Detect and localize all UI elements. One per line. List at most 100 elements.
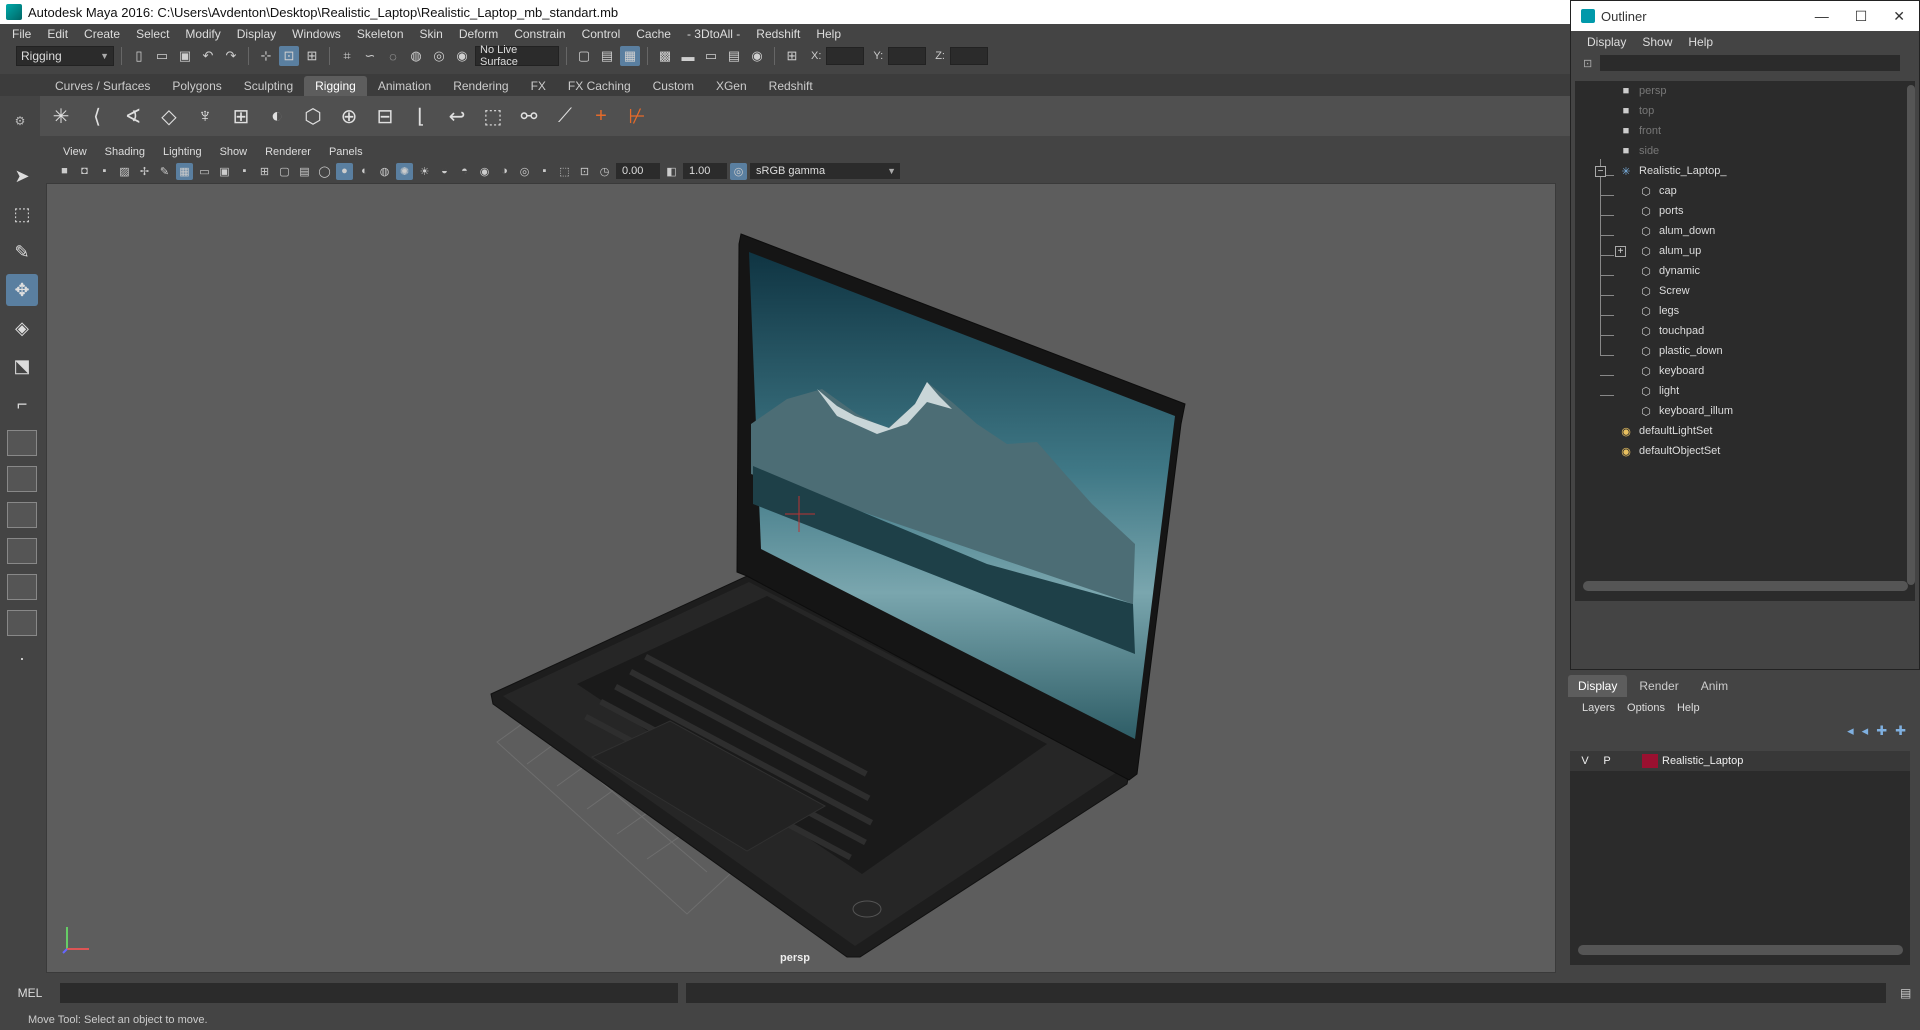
two-view-layout-icon[interactable] — [7, 502, 37, 528]
humanik-icon[interactable]: ♆ — [190, 101, 220, 131]
wireframe-icon[interactable]: ◯ — [316, 163, 333, 180]
aim-constraint-icon[interactable]: ⊬ — [622, 101, 652, 131]
select-object-icon[interactable]: ⊡ — [279, 46, 299, 66]
history-icon[interactable]: ▢ — [574, 46, 594, 66]
outliner-menu-show[interactable]: Show — [1634, 35, 1680, 49]
new-empty-layer-icon[interactable]: ✚ — [1876, 723, 1887, 739]
layer-horizontal-scrollbar[interactable] — [1578, 945, 1903, 955]
layer-display-type[interactable] — [1620, 753, 1638, 769]
ik-spline-icon[interactable]: ∢ — [118, 101, 148, 131]
outliner-item-keyboard-illum[interactable]: ⬡ keyboard_illum — [1639, 401, 1733, 421]
blend-shape-icon[interactable]: ⟋ — [550, 101, 580, 131]
live-surface-field[interactable]: No Live Surface — [475, 44, 559, 68]
shelf-tab-animation[interactable]: Animation — [367, 76, 442, 96]
exposure-field[interactable]: 0.00 — [616, 163, 660, 179]
point-constraint-icon[interactable]: + — [586, 101, 616, 131]
menu-deform[interactable]: Deform — [451, 27, 506, 41]
shelf-tab-fx-caching[interactable]: FX Caching — [557, 76, 642, 96]
smooth-bind-icon[interactable]: ⌊ — [406, 101, 436, 131]
save-scene-icon[interactable]: ▣ — [175, 46, 195, 66]
layout-options-icon[interactable]: · — [6, 642, 38, 674]
render-frame-icon[interactable]: ▬ — [678, 46, 698, 66]
outliner-layout-icon[interactable] — [7, 538, 37, 564]
outliner-item-legs[interactable]: ⬡ legs — [1639, 301, 1679, 321]
expand-toggle-icon[interactable]: + — [1615, 246, 1626, 257]
use-all-lights-icon[interactable]: ✺ — [396, 162, 413, 180]
gamma-icon[interactable]: ◧ — [663, 163, 680, 180]
anti-aliasing-icon[interactable]: ◉ — [476, 163, 493, 180]
grid-icon[interactable]: ▦ — [176, 162, 193, 180]
outliner-item-persp[interactable]: ■ persp — [1619, 81, 1667, 101]
layer-playback-toggle[interactable]: P — [1598, 753, 1616, 769]
cluster-icon[interactable]: ◐ — [262, 101, 292, 131]
snap-live-icon[interactable]: ◉ — [452, 46, 472, 66]
menu-control[interactable]: Control — [574, 27, 629, 41]
coord-z-field[interactable] — [949, 47, 988, 65]
menu-skin[interactable]: Skin — [412, 27, 451, 41]
menu-constrain[interactable]: Constrain — [506, 27, 573, 41]
shelf-tab-curves-surfaces[interactable]: Curves / Surfaces — [44, 76, 161, 96]
screen-space-ao-icon[interactable]: ◒ — [436, 163, 453, 180]
panel-menu-panels[interactable]: Panels — [320, 146, 372, 158]
move-layer-up-icon[interactable]: ◂ — [1847, 723, 1854, 739]
mel-label[interactable]: MEL — [0, 986, 60, 1000]
last-tool-icon[interactable]: ⌐ — [6, 388, 38, 420]
menu-3dtoall[interactable]: - 3DtoAll - — [679, 27, 748, 41]
depth-of-field-icon[interactable]: ◑ — [496, 163, 513, 180]
minimize-icon[interactable]: — — [1815, 8, 1829, 25]
snap-curve-icon[interactable]: ∽ — [360, 46, 380, 66]
outliner-horizontal-scrollbar[interactable] — [1583, 581, 1908, 591]
menu-file[interactable]: File — [4, 27, 39, 41]
smooth-shade-icon[interactable]: ● — [336, 162, 353, 180]
perspective-viewport[interactable]: persp — [46, 183, 1556, 973]
panel-menu-lighting[interactable]: Lighting — [154, 146, 211, 158]
outliner-item-light[interactable]: ⬡ light — [1639, 381, 1679, 401]
gate-mask-icon[interactable]: ▪ — [236, 163, 253, 180]
coord-y-field[interactable] — [888, 47, 927, 65]
layer-menu-options[interactable]: Options — [1621, 702, 1671, 714]
outliner-menu-display[interactable]: Display — [1579, 35, 1634, 49]
menuset-dropdown[interactable]: Rigging ▼ — [16, 46, 114, 66]
script-editor-icon[interactable]: ▤ — [1900, 986, 1911, 1000]
hypershade-icon[interactable]: ◉ — [747, 46, 767, 66]
motion-blur-icon[interactable]: ◓ — [456, 163, 473, 180]
menu-redshift[interactable]: Redshift — [748, 27, 808, 41]
wrap-deformer-icon[interactable]: ⊕ — [334, 101, 364, 131]
move-layer-down-icon[interactable]: ◂ — [1862, 723, 1869, 739]
construction-history-icon[interactable]: ▦ — [620, 46, 640, 66]
outliner-item-touchpad[interactable]: ⬡ touchpad — [1639, 321, 1704, 341]
exposure-reset-icon[interactable]: ◷ — [596, 163, 613, 180]
field-chart-icon[interactable]: ⊞ — [256, 163, 273, 180]
shelf-tab-rigging[interactable]: Rigging — [304, 76, 367, 96]
outliner-item-cap[interactable]: ⬡ cap — [1639, 181, 1677, 201]
menu-windows[interactable]: Windows — [284, 27, 349, 41]
wire-deformer-icon[interactable]: ⬡ — [298, 101, 328, 131]
select-component-icon[interactable]: ⊞ — [302, 46, 322, 66]
collapse-toggle-icon[interactable]: − — [1595, 166, 1606, 177]
outliner-item-plastic-down[interactable]: ⬡ plastic_down — [1639, 341, 1722, 361]
shelf-tab-rendering[interactable]: Rendering — [442, 76, 519, 96]
safe-title-icon[interactable]: ▤ — [296, 163, 313, 180]
select-tool-icon[interactable]: ➤ — [6, 160, 38, 192]
transform-input-icon[interactable]: ⊞ — [782, 46, 802, 66]
open-scene-icon[interactable]: ▭ — [152, 46, 172, 66]
isolate-select-icon[interactable]: ◎ — [516, 163, 533, 180]
menu-edit[interactable]: Edit — [39, 27, 76, 41]
new-scene-icon[interactable]: ▯ — [129, 46, 149, 66]
snap-grid-icon[interactable]: ⌗ — [337, 46, 357, 66]
outliner-item-alum-down[interactable]: ⬡ alum_down — [1639, 221, 1715, 241]
shelf-tab-fx[interactable]: FX — [520, 76, 557, 96]
redo-icon[interactable]: ↷ — [221, 46, 241, 66]
outliner-item-alum-up[interactable]: ⬡ alum_up — [1639, 241, 1701, 261]
render-settings-icon[interactable]: ▤ — [724, 46, 744, 66]
menu-skeleton[interactable]: Skeleton — [349, 27, 412, 41]
select-hierarchy-icon[interactable]: ⊹ — [256, 46, 276, 66]
two-d-pan-icon[interactable]: ✢ — [136, 163, 153, 180]
new-layer-selected-icon[interactable]: ✚ — [1895, 723, 1906, 739]
layer-row[interactable]: V P Realistic_Laptop — [1570, 751, 1910, 771]
ik-handle-icon[interactable]: ⟨ — [82, 101, 112, 131]
layer-tab-display[interactable]: Display — [1568, 675, 1628, 697]
camera-select-icon[interactable]: ■ — [56, 163, 73, 180]
snap-surface-icon[interactable]: ◎ — [429, 46, 449, 66]
close-icon[interactable]: ✕ — [1893, 8, 1905, 25]
